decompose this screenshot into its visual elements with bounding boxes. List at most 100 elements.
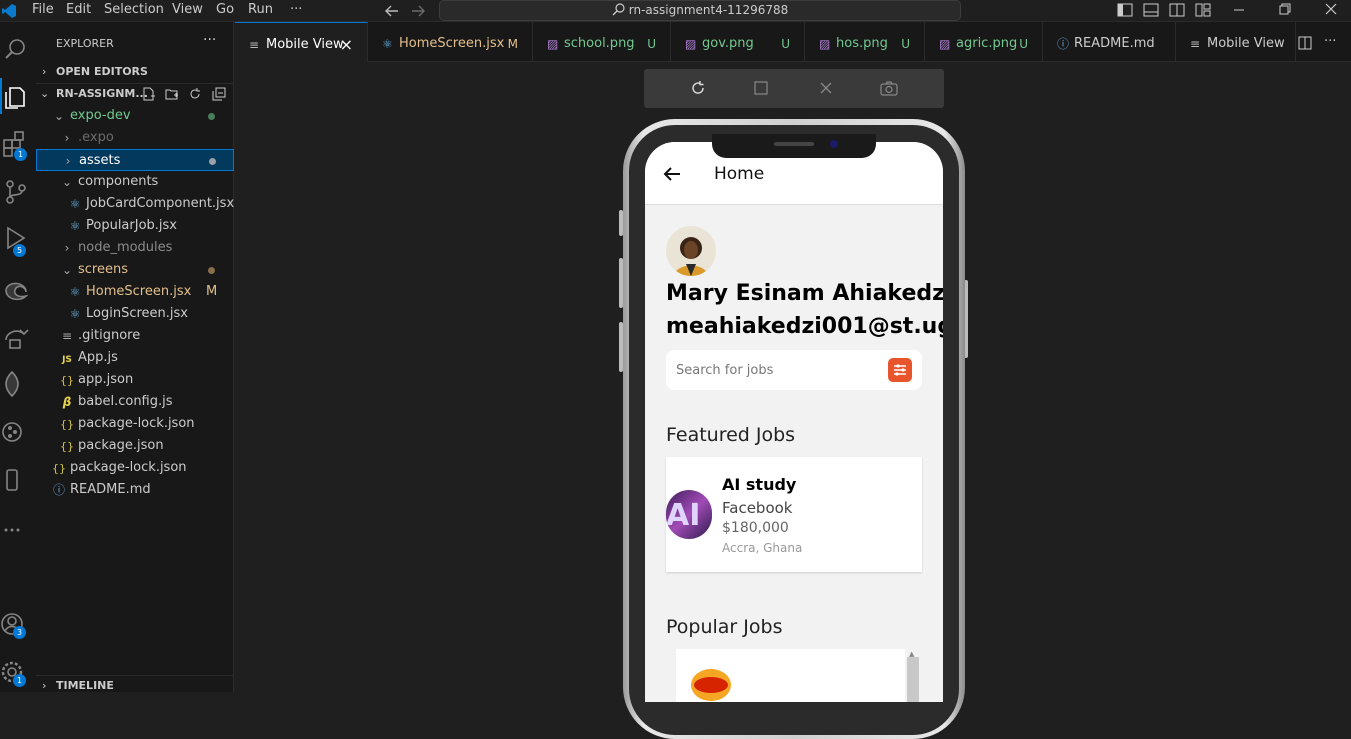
timeline-section[interactable]: › TIMELINE: [36, 675, 234, 697]
tree-item[interactable]: {} package-lock.json: [36, 413, 234, 435]
tab-school-png[interactable]: ▨ school.png U: [533, 22, 671, 62]
collapse-all-icon[interactable]: [212, 87, 226, 101]
image-file-icon: ▨: [685, 37, 697, 51]
tab-agric-png[interactable]: ▨ agric.png U: [925, 22, 1043, 62]
tree-item[interactable]: ⌄ components: [36, 171, 234, 193]
modified-dot-icon: [208, 113, 215, 120]
explorer-more-icon[interactable]: ···: [203, 32, 216, 48]
chevron-down-icon: ⌄: [61, 175, 73, 189]
git-status-badge: U: [901, 37, 910, 51]
restore-icon[interactable]: [1279, 3, 1291, 15]
tree-item-label: package-lock.json: [78, 416, 195, 431]
menu-run[interactable]: Run: [248, 2, 273, 17]
phone-screen: Home Mary Esinam Ahiakedzi meahiakedzi00…: [645, 142, 943, 702]
tab-mobile-view[interactable]: ≡ Mobile View: [1176, 22, 1296, 62]
tree-item-label: HomeScreen.jsx: [86, 284, 192, 299]
tree-item[interactable]: β babel.config.js: [36, 391, 234, 413]
close-window-icon[interactable]: [1325, 3, 1337, 15]
tab-label: README.md: [1074, 36, 1155, 51]
tab-gov-png[interactable]: ▨ gov.png U: [671, 22, 805, 62]
stop-icon[interactable]: [754, 81, 768, 95]
reload-icon[interactable]: [690, 80, 706, 96]
tree-item[interactable]: › .expo: [36, 127, 234, 149]
new-file-icon[interactable]: [142, 87, 156, 101]
tree-item[interactable]: › assets: [36, 149, 234, 171]
open-editors-section[interactable]: › OPEN EDITORS: [36, 61, 234, 83]
menu-selection[interactable]: Selection: [104, 2, 164, 17]
tree-item[interactable]: ⚛ HomeScreen.jsx M: [36, 281, 234, 303]
tab-readme-md[interactable]: ⓘ README.md: [1043, 22, 1176, 62]
mongodb-leaf-icon[interactable]: [0, 368, 36, 404]
tree-item[interactable]: › node_modules: [36, 237, 234, 259]
image-file-icon: ▨: [939, 37, 951, 51]
toggle-sidebar-icon[interactable]: [1117, 3, 1133, 17]
split-editor-icon[interactable]: [1298, 36, 1312, 50]
new-folder-icon[interactable]: [165, 87, 179, 101]
refresh-icon[interactable]: [188, 87, 202, 101]
close-tab-icon[interactable]: ×: [340, 23, 353, 67]
tab-mobile-view[interactable]: ≡ Mobile View ×: [235, 22, 368, 62]
tree-item[interactable]: JS App.js: [36, 347, 234, 369]
menu-more[interactable]: ···: [290, 2, 302, 17]
job-search-bar[interactable]: Search for jobs: [666, 350, 922, 390]
image-file-icon: ▨: [547, 37, 559, 51]
job-company: Facebook: [722, 499, 793, 517]
tree-item[interactable]: ⓘ README.md: [36, 479, 234, 501]
remote-explorer-icon[interactable]: [0, 320, 36, 356]
tree-item[interactable]: ≡ .gitignore: [36, 325, 234, 347]
tree-item[interactable]: ⚛ PopularJob.jsx: [36, 215, 234, 237]
tree-item[interactable]: ⚛ JobCardComponent.jsx: [36, 193, 235, 215]
git-graph-icon[interactable]: [0, 416, 36, 452]
active-indicator: [0, 78, 2, 114]
customize-layout-icon[interactable]: [1195, 3, 1211, 17]
source-control-icon[interactable]: [0, 174, 36, 210]
editor-tabs: ≡ Mobile View × ⚛ HomeScreen.jsx M ▨ school.png…: [235, 22, 1351, 62]
toggle-panel-icon[interactable]: [1143, 3, 1159, 17]
open-editors-label: OPEN EDITORS: [56, 65, 148, 78]
back-arrow-icon[interactable]: [663, 166, 681, 182]
menu-go[interactable]: Go: [216, 2, 234, 17]
menu-file[interactable]: File: [32, 2, 54, 17]
menu-edit[interactable]: Edit: [66, 2, 91, 17]
explorer-files-icon[interactable]: [0, 78, 36, 114]
popular-job-card[interactable]: [676, 649, 905, 702]
more-views-icon[interactable]: [0, 512, 36, 548]
tree-item[interactable]: {} package-lock.json: [36, 457, 234, 479]
chevron-down-icon: ⌄: [61, 263, 73, 277]
tab-hos-png[interactable]: ▨ hos.png U: [805, 22, 925, 62]
filter-button[interactable]: [888, 358, 912, 382]
forward-arrow-icon[interactable]: [410, 4, 426, 18]
featured-job-card[interactable]: AI AI study Facebook $180,000 Accra, Gha…: [666, 457, 922, 572]
device-mobile-icon[interactable]: [0, 464, 36, 500]
tree-item-label: babel.config.js: [78, 394, 173, 409]
command-center-search[interactable]: rn-assignment4-11296788: [439, 0, 961, 21]
tree-item[interactable]: {} package.json: [36, 435, 234, 457]
tree-item[interactable]: ⌄ expo-dev: [36, 105, 234, 127]
project-label: RN-ASSIGNM...: [56, 87, 148, 100]
search-placeholder[interactable]: Search for jobs: [676, 363, 773, 378]
react-file-icon: ⚛: [69, 219, 81, 233]
text-lines-icon: ≡: [61, 329, 73, 343]
edge-browser-icon[interactable]: [0, 272, 36, 308]
tree-item[interactable]: {} app.json: [36, 369, 234, 391]
tab-label: HomeScreen.jsx: [399, 36, 505, 51]
tab-homescreen-jsx[interactable]: ⚛ HomeScreen.jsx M: [368, 22, 533, 62]
editor-more-icon[interactable]: ···: [1324, 34, 1336, 49]
project-section[interactable]: ⌄ RN-ASSIGNM...: [36, 83, 234, 105]
scrollbar-thumb[interactable]: [907, 657, 919, 702]
minimize-icon[interactable]: [1233, 4, 1245, 16]
screenshot-camera-icon[interactable]: [880, 80, 898, 96]
modified-dot-icon: [209, 158, 216, 165]
search-icon[interactable]: [0, 32, 36, 68]
close-preview-icon[interactable]: [819, 81, 833, 95]
tree-item[interactable]: ⌄ screens: [36, 259, 234, 281]
toggle-secondary-sidebar-icon[interactable]: [1169, 3, 1185, 17]
back-arrow-icon[interactable]: [384, 4, 400, 18]
chevron-down-icon: ⌄: [40, 87, 50, 100]
menu-view[interactable]: View: [172, 2, 203, 17]
git-status-badge: M: [206, 284, 218, 299]
avatar: [666, 226, 716, 276]
search-icon: [612, 3, 625, 16]
scroll-up-icon[interactable]: ▲: [909, 650, 914, 658]
tree-item[interactable]: ⚛ LoginScreen.jsx: [36, 303, 234, 325]
